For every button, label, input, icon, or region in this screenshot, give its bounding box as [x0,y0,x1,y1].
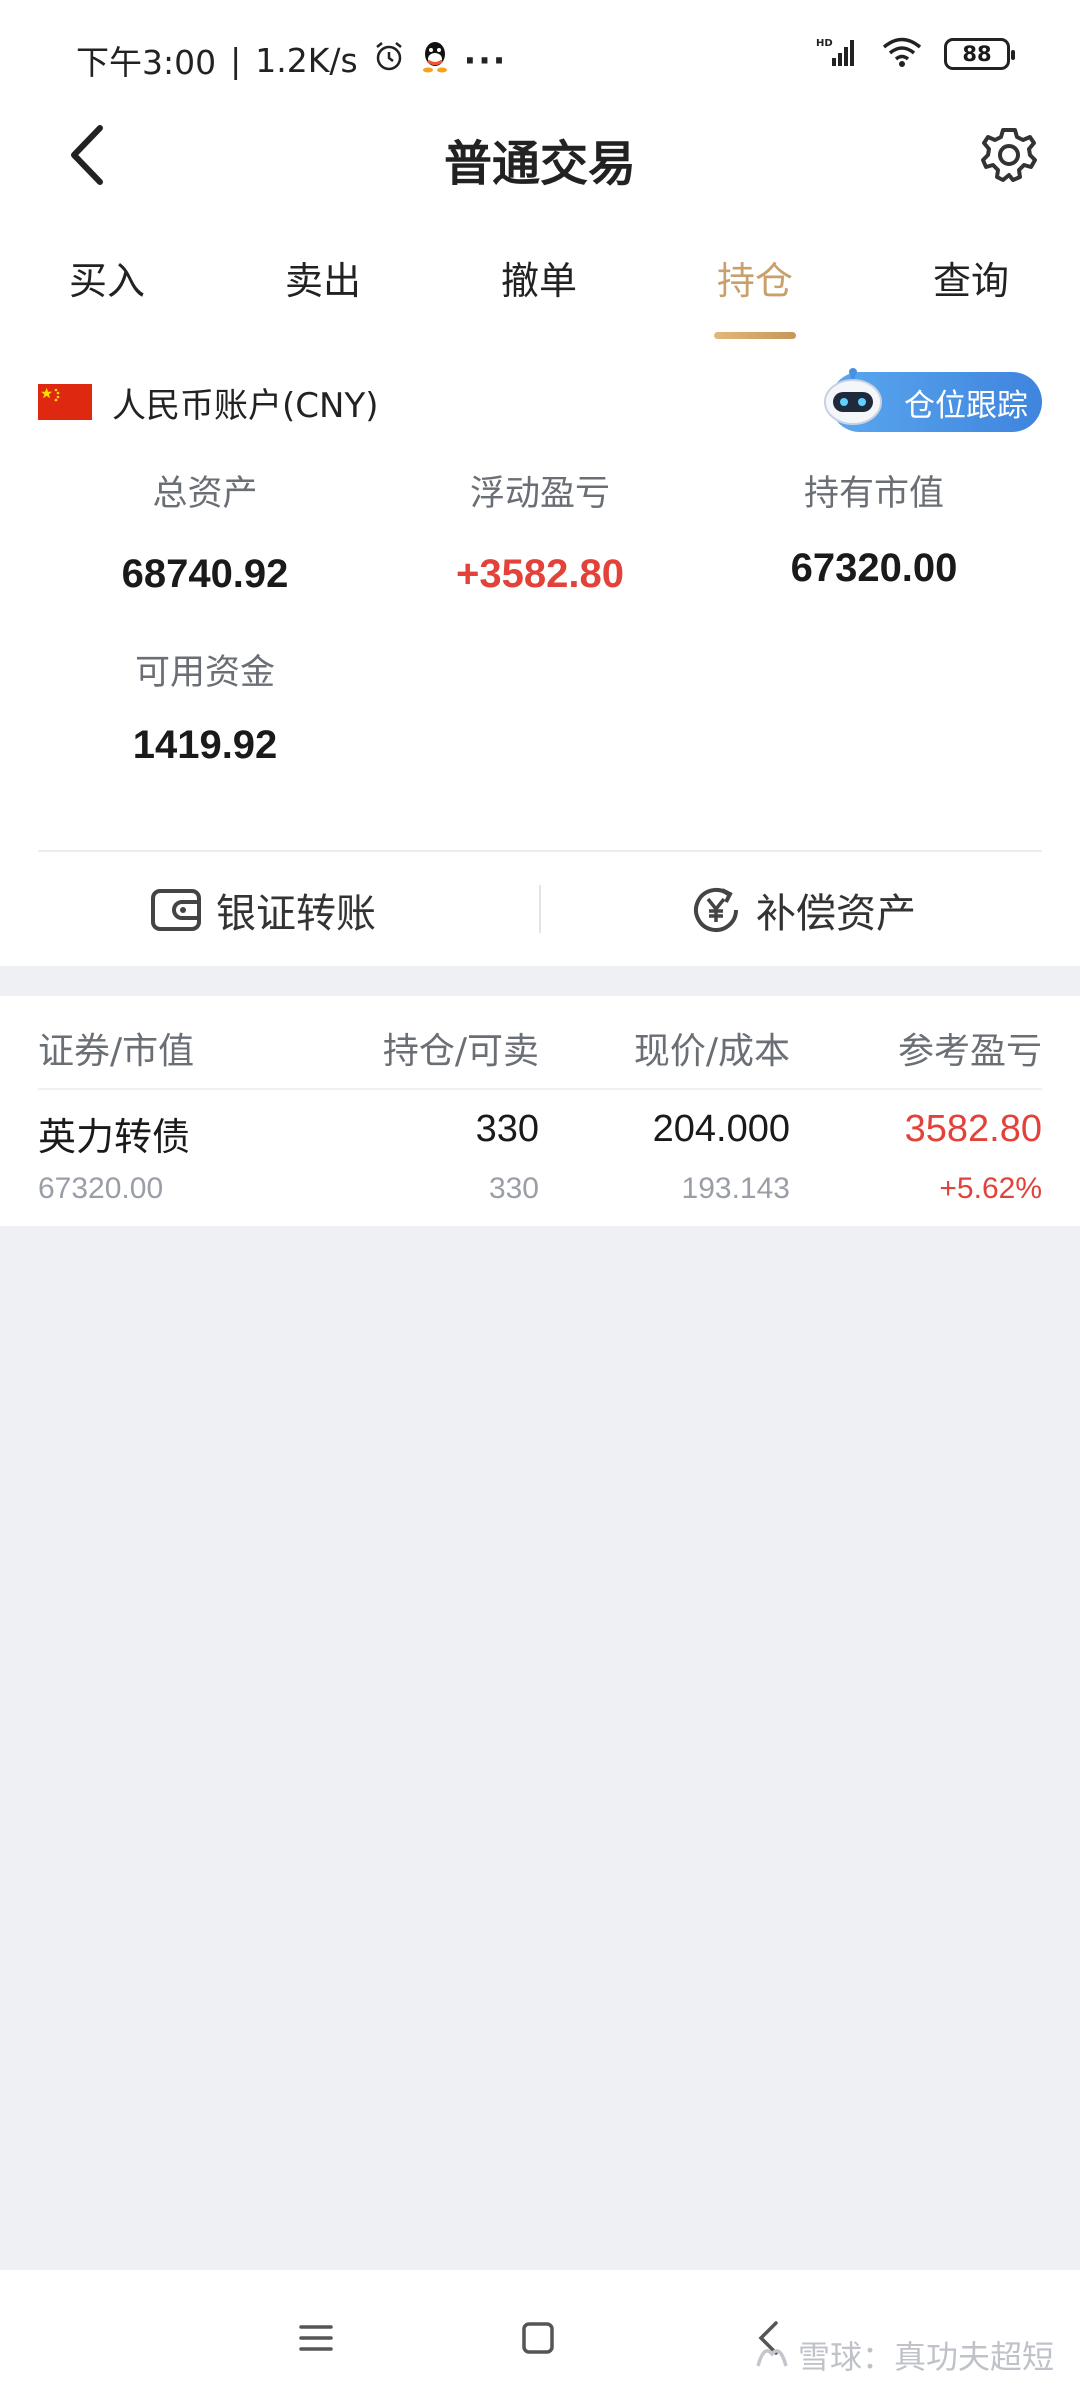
status-separator: | [230,40,242,80]
security-name: 英力转债 [38,1115,191,1159]
position-qty: 330 [475,1108,539,1150]
battery-level: 88 [962,42,992,66]
header-security: 证券/市值 [38,1031,195,1072]
robot-icon [824,368,882,425]
floating-pl-label: 浮动盈亏 [469,474,610,514]
battery-icon: 88 [944,38,1015,70]
wallet-icon [151,889,201,931]
status-right: HD 88 [816,36,1015,72]
available-funds-stat: 可用资金 1419.92 [40,644,370,768]
svg-text:HD: HD [816,38,833,49]
active-tab-indicator [714,332,796,339]
position-tracking-label: 仓位跟踪 [904,387,1028,424]
total-assets-label: 总资产 [152,474,258,514]
tab-positions[interactable]: 持仓 [675,250,835,305]
floating-pl-stat: 浮动盈亏 +3582.80 [375,465,705,597]
available-funds-label: 可用资金 [134,653,275,693]
alarm-icon [372,39,406,81]
settings-button[interactable] [976,122,1042,188]
header-pl: 参考盈亏 [897,1031,1042,1072]
menu-icon [299,2325,333,2351]
system-nav-bar: 雪球：真功夫超短 [0,2270,1080,2400]
status-left: 下午3:00 | 1.2K/s ··· [76,36,507,84]
tab-cancel-order[interactable]: 撤单 [459,250,619,305]
home-square-icon [522,2322,554,2354]
tab-sell[interactable]: 卖出 [243,250,403,305]
cellular-signal-icon: HD [816,36,860,72]
status-time: 下午3:00 [76,43,217,82]
gear-icon [981,128,1037,182]
sellable-qty: 330 [488,1172,539,1205]
compensate-assets-button[interactable]: 补偿资产 [690,880,916,940]
more-dots-icon: ··· [463,40,508,80]
qq-icon [420,39,450,81]
total-assets-stat: 总资产 68740.92 [40,465,370,597]
market-value-value: 67320.00 [790,546,958,590]
cost-price: 193.143 [681,1172,790,1205]
trade-tabs: 买入 卖出 撤单 持仓 查询 [0,250,1080,340]
account-name: 人民币账户(CNY) [112,386,379,426]
menu-button[interactable] [286,2308,346,2368]
divider [38,850,1042,852]
available-funds-value: 1419.92 [132,723,278,767]
snowball-logo-icon [756,2349,788,2367]
yen-refresh-icon [694,888,738,932]
header-price: 现价/成本 [633,1031,790,1072]
account-row: 人民币账户(CNY) 仓位跟踪 [38,368,1042,432]
market-value-label: 持有市值 [803,474,944,514]
bank-transfer-label: 银证转账 [216,891,376,937]
status-bar: 下午3:00 | 1.2K/s ··· HD 88 [0,0,1080,120]
tab-query[interactable]: 查询 [891,250,1051,305]
market-value-stat: 持有市值 67320.00 [709,465,1039,591]
status-speed: 1.2K/s [255,40,358,80]
header-divider [38,1088,1042,1090]
watermark: 雪球：真功夫超短 [754,2332,1054,2378]
header-position: 持仓/可卖 [382,1031,539,1072]
floating-pl-value: +3582.80 [456,552,624,596]
watermark-text: 雪球：真功夫超短 [797,2338,1054,2376]
holdings-table: 证券/市值 持仓/可卖 现价/成本 参考盈亏 英力转债 67320.00 330… [0,996,1080,1226]
reference-pl-percent: +5.62% [939,1172,1042,1205]
page-title: 普通交易 [443,136,636,192]
tab-buy[interactable]: 买入 [27,250,187,305]
header: 普通交易 [0,110,1080,200]
total-assets-value: 68740.92 [121,552,289,596]
bank-transfer-button[interactable]: 银证转账 [150,880,376,940]
china-flag-icon [38,384,92,420]
compensate-assets-label: 补偿资产 [756,891,916,937]
action-divider [539,885,541,933]
security-market-value: 67320.00 [38,1172,164,1205]
reference-pl: 3582.80 [904,1108,1042,1150]
current-price: 204.000 [652,1108,790,1150]
home-button[interactable] [508,2308,568,2368]
position-tracking-button[interactable]: 仓位跟踪 [824,368,1042,432]
wifi-icon [882,36,922,72]
